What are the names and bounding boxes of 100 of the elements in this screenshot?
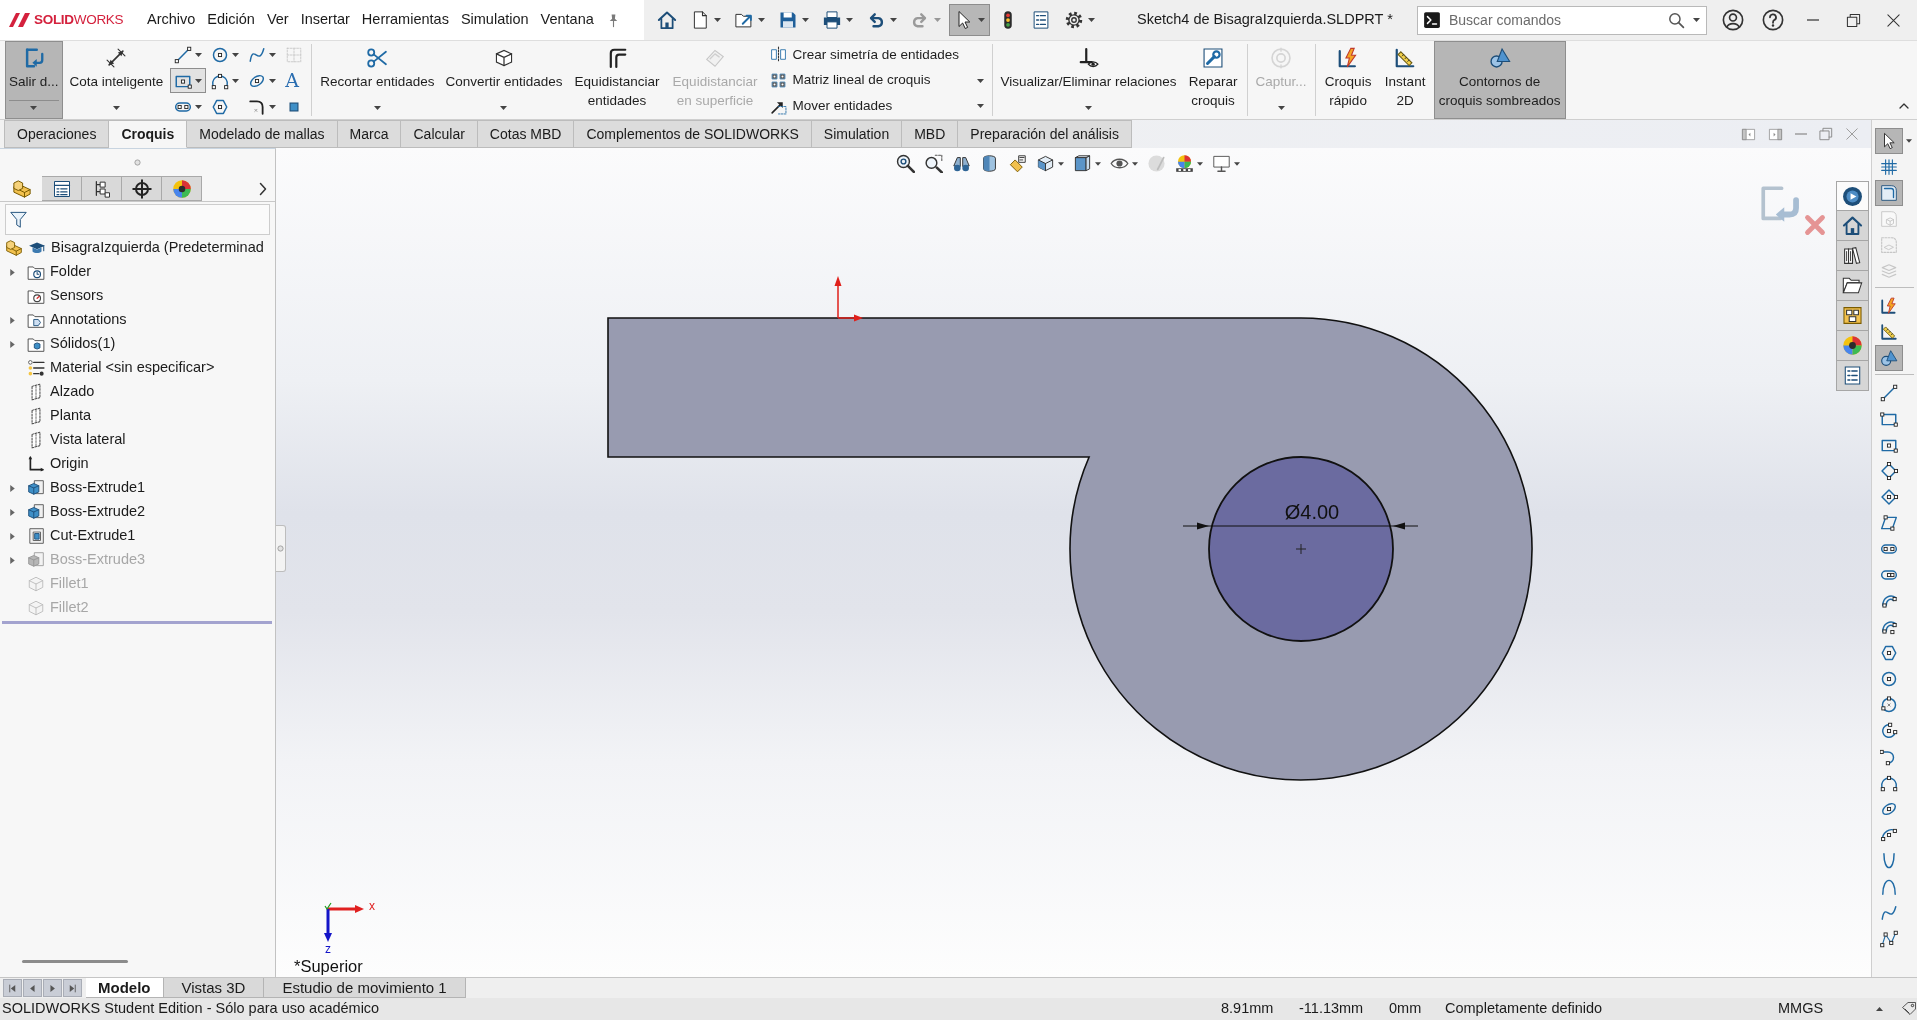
ribbon-button[interactable]: Recortar entidades — [316, 41, 439, 119]
menu-item[interactable]: Archivo — [141, 7, 202, 33]
caret-icon[interactable] — [1095, 161, 1101, 166]
display-style-icon[interactable] — [1073, 154, 1092, 173]
task-pane-tab[interactable] — [1836, 301, 1869, 331]
binoculars-icon[interactable] — [952, 154, 971, 173]
tab[interactable]: Vistas 3D — [163, 978, 265, 998]
caret-icon[interactable] — [232, 78, 240, 83]
caret-icon[interactable] — [1234, 161, 1240, 166]
zoom-area-icon[interactable] — [924, 154, 943, 173]
ribbon-button[interactable]: Reparar croquis — [1183, 41, 1243, 119]
panel-tab[interactable] — [162, 176, 202, 201]
caret-icon[interactable] — [758, 18, 765, 22]
caret-icon[interactable] — [1088, 18, 1095, 22]
expand-arrow-icon[interactable] — [7, 531, 17, 541]
expand-arrow-icon[interactable] — [7, 483, 17, 493]
tree-item[interactable]: Boss-Extrude2 — [26, 503, 149, 521]
caret-icon[interactable] — [195, 104, 203, 109]
panel-splitter-handle[interactable] — [276, 525, 286, 572]
ribbon-button[interactable]: Salir d... — [5, 41, 63, 119]
task-pane-tab[interactable] — [1836, 331, 1869, 361]
restore-icon[interactable] — [1845, 12, 1861, 28]
terminal-icon[interactable] — [1423, 11, 1441, 29]
panel-tab[interactable] — [122, 176, 162, 201]
caret-icon[interactable] — [846, 18, 853, 22]
toolbar-button[interactable] — [1875, 128, 1903, 154]
filter-field[interactable] — [5, 204, 270, 235]
tree-item[interactable]: Origin — [26, 455, 92, 473]
tree-item[interactable]: Material <sin especificar> — [26, 359, 218, 377]
caret-icon[interactable] — [269, 78, 277, 83]
caret-icon[interactable] — [269, 104, 277, 109]
ribbon-button[interactable]: Instant 2D — [1379, 41, 1431, 119]
tree-item[interactable]: Planta — [26, 407, 95, 425]
tree-item[interactable]: Alzado — [26, 383, 98, 401]
nav-button[interactable] — [43, 979, 62, 997]
expand-arrow-icon[interactable] — [7, 507, 17, 517]
nav-button[interactable] — [63, 979, 82, 997]
section-view-icon[interactable] — [980, 154, 999, 173]
scrollbar-thumb[interactable] — [22, 960, 128, 963]
monitor-icon[interactable] — [1212, 154, 1231, 173]
caret-icon[interactable] — [1693, 18, 1700, 22]
caret-icon[interactable] — [1906, 139, 1912, 143]
tree-item[interactable]: BisagraIzquierda (Predeterminad — [27, 239, 267, 257]
tool-button[interactable] — [170, 68, 207, 93]
caret-icon[interactable] — [1197, 161, 1203, 166]
zoom-fit-icon[interactable] — [896, 154, 915, 173]
caret-icon[interactable] — [1058, 161, 1064, 166]
menu-item[interactable]: Ver — [260, 7, 295, 33]
tab[interactable]: MBD — [902, 120, 959, 148]
search-field[interactable]: Buscar comandos — [1449, 11, 1660, 29]
tab[interactable]: Preparación del análisis — [958, 120, 1132, 148]
chevron-up-icon[interactable] — [1899, 103, 1909, 109]
cube-icon[interactable] — [1036, 154, 1055, 173]
caret-icon[interactable] — [195, 78, 203, 83]
tab[interactable]: Modelado de mallas — [187, 120, 338, 148]
caret-icon[interactable] — [373, 106, 381, 110]
grip-dot-icon[interactable] — [134, 159, 141, 166]
caret-icon[interactable] — [714, 18, 721, 22]
help-icon[interactable] — [1762, 9, 1784, 31]
dimension-value[interactable]: Ø4.00 — [1284, 501, 1340, 523]
ribbon-button[interactable]: Contornos de croquis sombreados — [1433, 41, 1566, 119]
caret-icon[interactable] — [112, 106, 120, 110]
ribbon-button[interactable]: Mover entidades — [765, 93, 988, 119]
menu-item[interactable]: Edición — [201, 7, 261, 33]
tab[interactable]: Marca — [337, 120, 402, 148]
ribbon-button[interactable]: Matriz lineal de croquis — [765, 67, 988, 94]
caret-icon[interactable] — [269, 52, 277, 57]
tab[interactable]: Modelo — [86, 978, 164, 998]
search-box[interactable]: Buscar comandos — [1417, 5, 1707, 35]
task-pane-tab[interactable] — [1836, 361, 1869, 391]
tree-item[interactable]: Folder — [26, 263, 95, 281]
tab[interactable]: Croquis — [109, 120, 188, 148]
ribbon-button[interactable]: Cota inteligente — [65, 41, 168, 119]
toolbar-button[interactable] — [949, 4, 990, 36]
tree-item[interactable]: Sensors — [26, 287, 107, 305]
panel-tab[interactable] — [42, 176, 82, 201]
scene-icon[interactable] — [1175, 154, 1194, 173]
nav-button[interactable] — [3, 979, 22, 997]
caret-icon[interactable] — [1132, 161, 1138, 166]
tab[interactable]: Calcular — [401, 120, 478, 148]
expand-arrow-icon[interactable] — [7, 555, 17, 565]
menu-item[interactable]: Insertar — [294, 7, 356, 33]
task-pane-tab[interactable] — [1836, 241, 1869, 271]
tree-item[interactable]: Annotations — [26, 311, 130, 329]
menu-item[interactable]: Ventana — [534, 7, 600, 33]
tab[interactable]: Complementos de SOLIDWORKS — [574, 120, 812, 148]
chevron-right-icon[interactable] — [259, 181, 267, 196]
caret-icon[interactable] — [978, 18, 985, 22]
tree-item[interactable]: Vista lateral — [26, 431, 129, 449]
tile-left-icon[interactable] — [1741, 126, 1756, 142]
expand-arrow-icon[interactable] — [7, 267, 17, 277]
caret-icon[interactable] — [1085, 106, 1093, 110]
tree-item[interactable]: Cut-Extrude1 — [26, 527, 139, 545]
close-icon[interactable] — [1885, 12, 1901, 28]
units-selector[interactable]: MMGS — [1778, 1000, 1824, 1017]
pencil-icon[interactable] — [1008, 154, 1027, 173]
tree-item[interactable]: Boss-Extrude1 — [26, 479, 149, 497]
expand-arrow-icon[interactable] — [7, 339, 17, 349]
panel-tab[interactable] — [82, 176, 122, 201]
task-pane-tab[interactable] — [1836, 211, 1869, 241]
